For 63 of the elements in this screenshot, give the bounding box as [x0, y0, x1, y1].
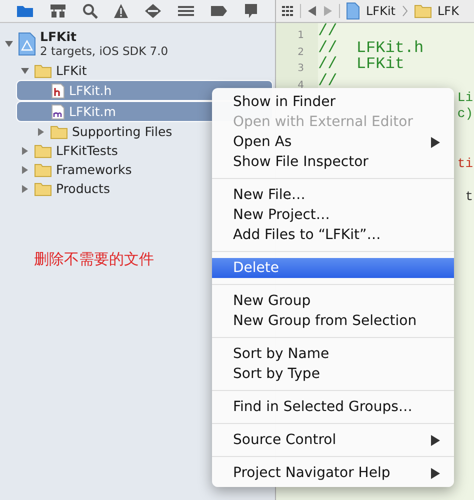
- file-name[interactable]: LFKit: [56, 63, 87, 78]
- collapsed-triangle-icon[interactable]: [20, 184, 30, 194]
- search-icon[interactable]: [82, 3, 98, 19]
- tag-icon[interactable]: [210, 5, 228, 17]
- list-icon[interactable]: [177, 5, 196, 17]
- folder-icon: [34, 64, 52, 78]
- speech-bubble-icon[interactable]: [243, 3, 260, 19]
- file-name[interactable]: Supporting Files: [72, 124, 172, 139]
- project-name[interactable]: LFKit: [40, 29, 168, 44]
- line-number: 4: [298, 80, 304, 90]
- file-name[interactable]: Products: [56, 181, 110, 196]
- menu-item[interactable]: New Group from Selection: [212, 311, 454, 331]
- folder-icon: [50, 124, 68, 138]
- back-arrow-icon[interactable]: [307, 5, 317, 17]
- menu-item[interactable]: Sort by Type: [212, 364, 454, 384]
- line-number: 2: [298, 46, 304, 58]
- folder-icon: [34, 182, 52, 196]
- code-comment: //: [318, 22, 338, 40]
- code-comment: // LFKit.h: [318, 38, 424, 57]
- code-comment: // LFKit: [318, 55, 404, 74]
- line-number: 3: [298, 63, 304, 74]
- menu-item[interactable]: New Project…: [212, 205, 454, 225]
- code-fragment: ti: [457, 156, 474, 171]
- collapsed-triangle-icon[interactable]: [36, 126, 46, 136]
- chevron-icon: [402, 5, 408, 17]
- project-icon: [346, 2, 360, 20]
- expanded-triangle-icon[interactable]: [4, 39, 14, 49]
- grid-icon[interactable]: [282, 5, 294, 17]
- project-subtitle: 2 targets, iOS SDK 7.0: [40, 44, 168, 59]
- menu-item[interactable]: Add Files to “LFKit”…: [212, 225, 454, 245]
- breadcrumb-item[interactable]: LFK: [438, 4, 459, 18]
- file-name[interactable]: Frameworks: [56, 162, 132, 177]
- hierarchy-icon[interactable]: [48, 4, 67, 18]
- expanded-triangle-icon[interactable]: [20, 66, 30, 76]
- collapsed-triangle-icon[interactable]: [20, 164, 30, 174]
- menu-item[interactable]: Find in Selected Groups…: [212, 397, 454, 417]
- menu-item[interactable]: Source Control: [212, 430, 454, 450]
- code-comment: //: [318, 72, 338, 90]
- code-fragment: c): [457, 106, 474, 122]
- project-icon: [18, 32, 36, 56]
- code-fragment: Li: [457, 90, 474, 105]
- code-fragment: t: [465, 188, 474, 204]
- menu-item[interactable]: Project Navigator Help: [212, 463, 454, 483]
- collapsed-triangle-icon[interactable]: [20, 146, 30, 156]
- header-file-icon: [51, 82, 65, 98]
- breakpoint-icon[interactable]: [144, 3, 162, 19]
- file-name[interactable]: LFKitTests: [56, 143, 118, 158]
- folder-icon: [34, 144, 52, 158]
- source-file-icon: [51, 104, 65, 120]
- menu-item[interactable]: Delete: [212, 258, 454, 278]
- warning-icon[interactable]: [112, 3, 129, 19]
- menu-item[interactable]: New File…: [212, 185, 454, 205]
- line-number: 1: [298, 30, 304, 41]
- folder-icon: [34, 162, 52, 176]
- breadcrumb-item[interactable]: LFKit: [366, 4, 396, 18]
- folder-icon[interactable]: [16, 4, 34, 18]
- annotation-text: 删除不需要的文件: [34, 250, 154, 269]
- menu-item[interactable]: Show in Finder: [212, 92, 454, 112]
- folder-icon: [414, 4, 432, 18]
- menu-item[interactable]: Sort by Name: [212, 344, 454, 364]
- menu-item[interactable]: New Group: [212, 291, 454, 311]
- menu-item[interactable]: Open As: [212, 132, 454, 152]
- menu-item[interactable]: Show File Inspector: [212, 152, 454, 172]
